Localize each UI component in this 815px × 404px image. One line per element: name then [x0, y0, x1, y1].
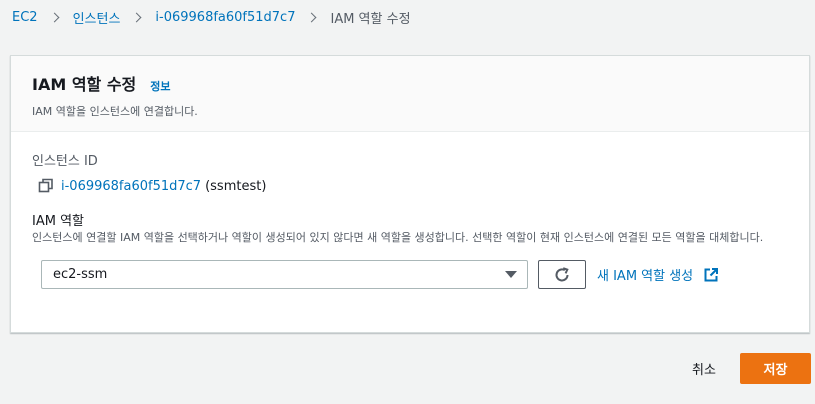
breadcrumb-ec2[interactable]: EC2 [12, 10, 38, 25]
save-button[interactable]: 저장 [740, 353, 811, 384]
create-iam-role-label: 새 IAM 역할 생성 [597, 269, 694, 284]
chevron-right-icon [307, 12, 317, 22]
caret-down-icon [505, 271, 517, 278]
iam-role-select[interactable]: ec2-ssm [41, 260, 528, 289]
external-link-icon [704, 267, 719, 281]
iam-role-selected-value: ec2-ssm [53, 267, 108, 282]
breadcrumb: EC2 인스턴스 i-069968fa60f51d7c7 IAM 역할 수정 [12, 8, 411, 27]
panel-description: IAM 역할을 인스턴스에 연결합니다. [32, 105, 198, 118]
copy-icon[interactable] [38, 178, 54, 194]
panel-header: IAM 역할 수정 정보 IAM 역할을 인스턴스에 연결합니다. [11, 56, 809, 132]
refresh-icon [555, 266, 569, 281]
create-iam-role-link[interactable]: 새 IAM 역할 생성 [597, 265, 719, 284]
instance-id-label: 인스턴스 ID [32, 154, 98, 169]
page-title: IAM 역할 수정 [32, 75, 137, 94]
panel-body: 인스턴스 ID i-069968fa60f51d7c7 (ssmtest) IA… [11, 132, 809, 289]
iam-role-description: 인스턴스에 연결할 IAM 역할을 선택하거나 역할이 생성되어 있지 않다면 … [32, 231, 764, 244]
iam-role-label: IAM 역할 [32, 214, 84, 229]
iam-role-controls: ec2-ssm 새 IAM 역할 생성 [32, 260, 809, 289]
cancel-button[interactable]: 취소 [678, 353, 730, 383]
chevron-right-icon [131, 12, 142, 22]
chevron-right-icon [49, 12, 60, 22]
breadcrumb-current: IAM 역할 수정 [330, 11, 411, 27]
breadcrumb-instances[interactable]: 인스턴스 [73, 8, 121, 27]
breadcrumb-instance-id[interactable]: i-069968fa60f51d7c7 [155, 10, 295, 25]
instance-name: (ssmtest) [205, 178, 267, 194]
refresh-button[interactable] [538, 260, 586, 289]
instance-id-row: i-069968fa60f51d7c7 (ssmtest) [32, 178, 809, 194]
instance-id-link[interactable]: i-069968fa60f51d7c7 [61, 179, 201, 194]
modify-iam-role-panel: IAM 역할 수정 정보 IAM 역할을 인스턴스에 연결합니다. 인스턴스 I… [10, 55, 810, 333]
info-link[interactable]: 정보 [150, 78, 170, 94]
